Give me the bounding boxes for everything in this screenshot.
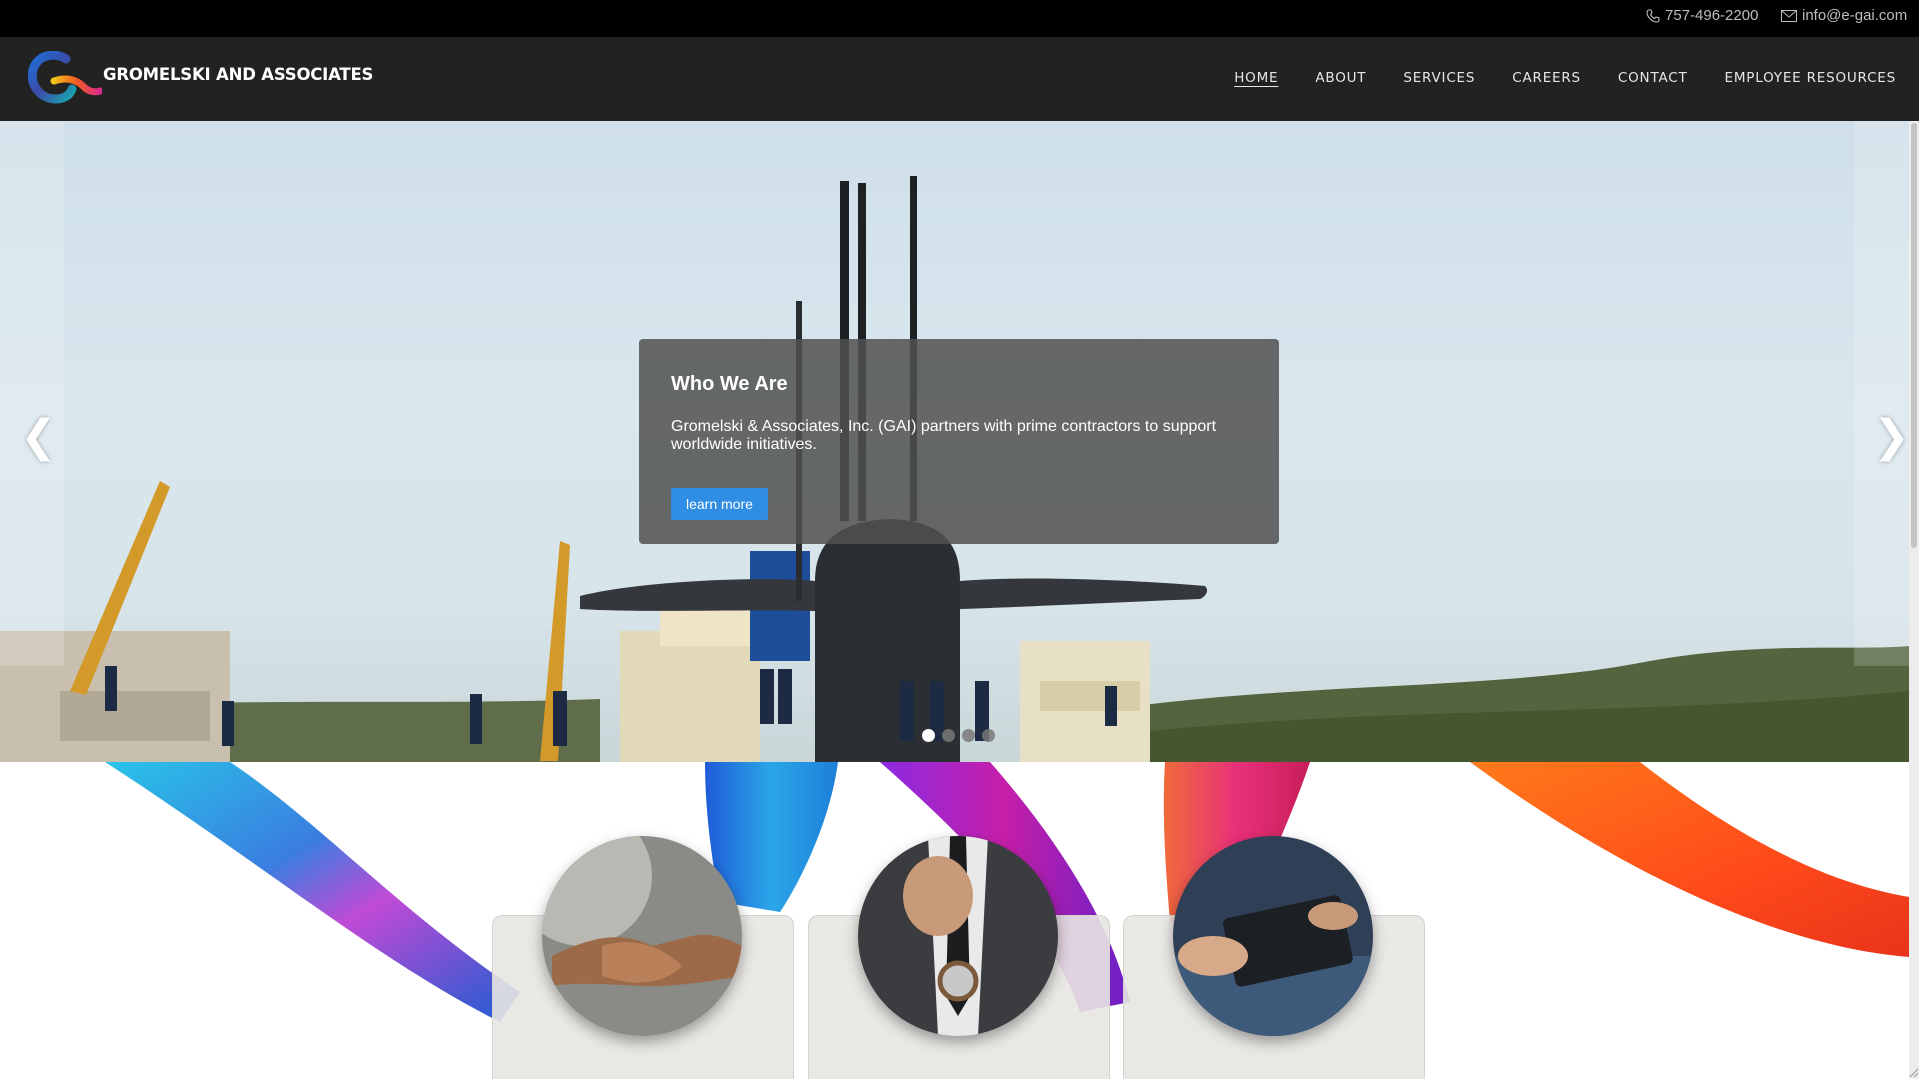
caption-text: Gromelski & Associates, Inc. (GAI) partn… bbox=[671, 418, 1217, 453]
top-contact-bar: 757-496-2200 info@e-gai.com bbox=[0, 0, 1919, 37]
tablet-hands-image[interactable] bbox=[1173, 836, 1373, 1036]
email-address[interactable]: info@e-gai.com bbox=[1802, 7, 1907, 24]
envelope-icon bbox=[1781, 9, 1797, 22]
resize-grip-icon bbox=[1909, 1068, 1919, 1078]
email-contact[interactable]: info@e-gai.com bbox=[1781, 7, 1907, 24]
site-header: GROMELSKI AND ASSOCIATES HOME ABOUT SERV… bbox=[0, 37, 1919, 121]
slider-dot-2[interactable] bbox=[942, 729, 955, 742]
slider-dot-1[interactable] bbox=[922, 729, 935, 742]
caption-title: Who We Are bbox=[671, 373, 788, 395]
slider-dot-3[interactable] bbox=[962, 729, 975, 742]
brand-name[interactable]: GROMELSKI AND ASSOCIATES bbox=[103, 65, 373, 84]
nav-contact[interactable]: CONTACT bbox=[1618, 70, 1688, 86]
slider-dot-4[interactable] bbox=[982, 729, 995, 742]
slider-left-shade bbox=[0, 121, 64, 666]
nav-careers[interactable]: CAREERS bbox=[1512, 70, 1581, 86]
phone-icon bbox=[1646, 8, 1660, 23]
slider-next-arrow[interactable]: ❯ bbox=[1873, 411, 1909, 462]
learn-more-button[interactable]: learn more bbox=[671, 488, 768, 520]
features-section bbox=[0, 762, 1909, 1079]
hero-slider: ❮ ❯ Who We Are Gromelski & Associates, I… bbox=[0, 121, 1909, 762]
slider-prev-arrow[interactable]: ❮ bbox=[20, 411, 57, 462]
main-navigation: HOME ABOUT SERVICES CAREERS CONTACT EMPL… bbox=[1234, 70, 1896, 86]
nav-employee-resources[interactable]: EMPLOYEE RESOURCES bbox=[1725, 70, 1896, 86]
company-logo[interactable] bbox=[28, 51, 102, 105]
slide-caption: Who We Are Gromelski & Associates, Inc. … bbox=[639, 339, 1279, 544]
handshake-image[interactable] bbox=[542, 836, 742, 1036]
page-scrollbar-thumb[interactable] bbox=[1911, 123, 1917, 548]
phone-contact[interactable]: 757-496-2200 bbox=[1646, 7, 1758, 24]
phone-number[interactable]: 757-496-2200 bbox=[1665, 7, 1758, 24]
nav-services[interactable]: SERVICES bbox=[1403, 70, 1475, 86]
slider-dots bbox=[922, 729, 995, 742]
nav-about[interactable]: ABOUT bbox=[1315, 70, 1366, 86]
nav-home[interactable]: HOME bbox=[1234, 70, 1278, 86]
businessman-tie-image[interactable] bbox=[858, 836, 1058, 1036]
slider-right-shade bbox=[1854, 121, 1909, 666]
